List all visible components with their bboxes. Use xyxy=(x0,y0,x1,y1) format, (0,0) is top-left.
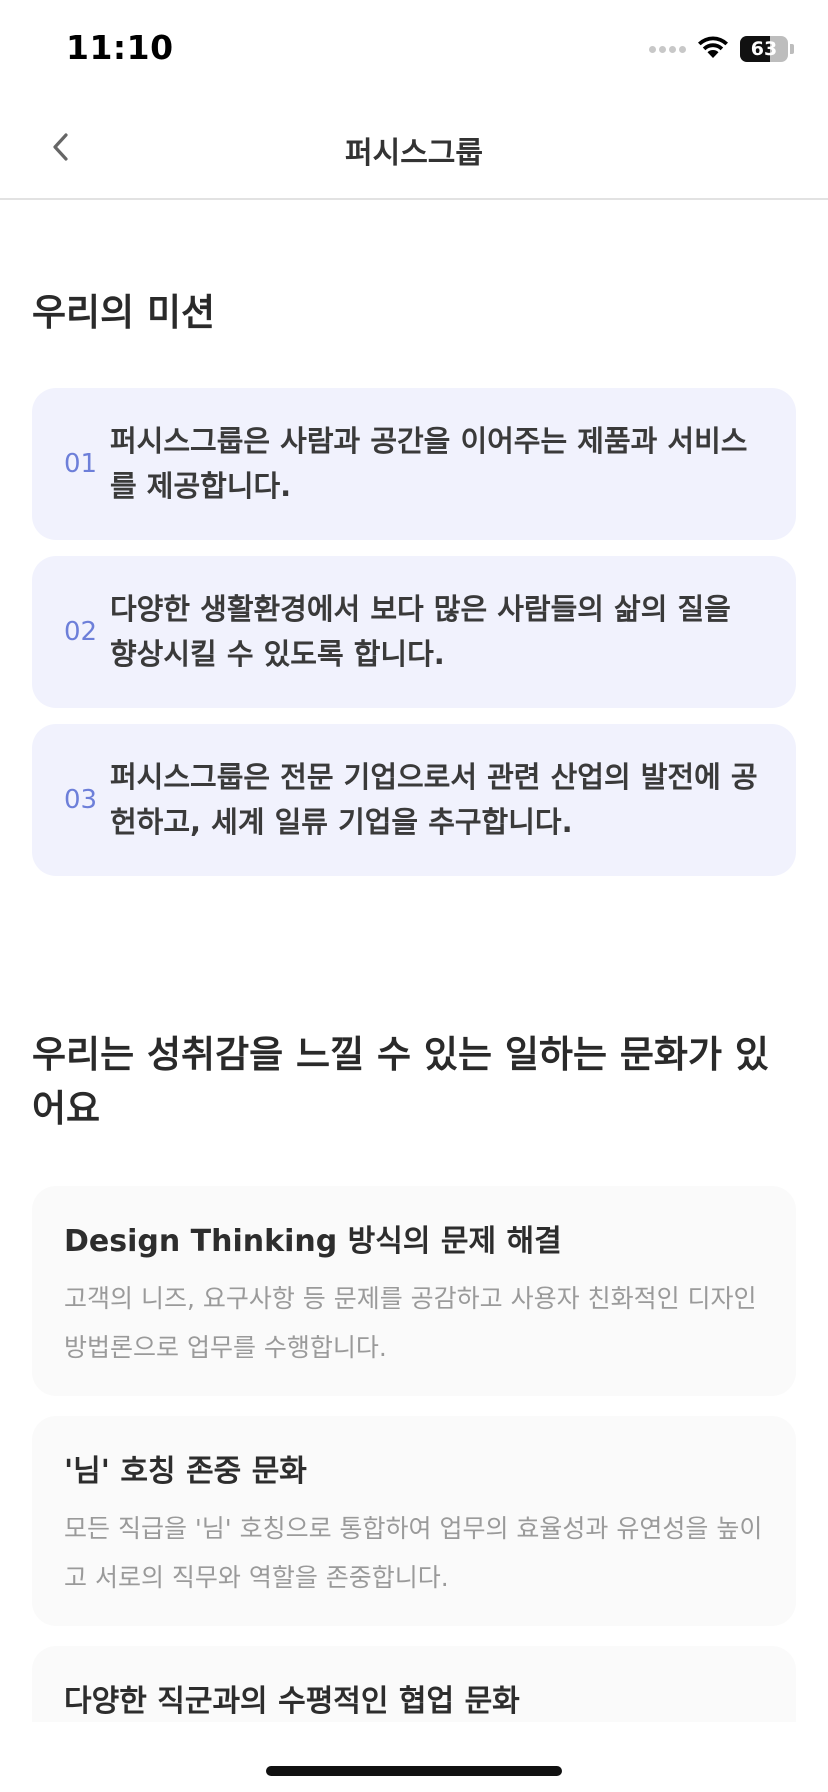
battery-level: 63 xyxy=(750,38,778,60)
culture-item-heading: '님' 호칭 존중 문화 xyxy=(64,1454,307,1489)
mission-list: 01 퍼시스그룹은 사람과 공간을 이어주는 제품과 서비스를 제공합니다. 0… xyxy=(32,388,796,876)
navigation-bar: 퍼시스그룹 xyxy=(0,100,828,200)
mission-item: 03 퍼시스그룹은 전문 기업으로서 관련 산업의 발전에 공헌하고, 세계 일… xyxy=(32,724,796,876)
page-title: 퍼시스그룹 xyxy=(345,136,483,171)
culture-item-heading: 다양한 직군과의 수평적인 협업 문화 xyxy=(64,1684,520,1719)
culture-item: 다양한 직군과의 수평적인 협업 문화 xyxy=(32,1646,796,1722)
mission-item-number: 02 xyxy=(64,617,98,647)
culture-item-description: 모든 직급을 '님' 호칭으로 통합하여 업무의 효율성과 유연성을 높이고 서… xyxy=(64,1514,763,1592)
main-content: 우리의 미션 01 퍼시스그룹은 사람과 공간을 이어주는 제품과 서비스를 제… xyxy=(32,200,796,1722)
mission-item: 01 퍼시스그룹은 사람과 공간을 이어주는 제품과 서비스를 제공합니다. xyxy=(32,388,796,540)
mission-section-title: 우리의 미션 xyxy=(32,291,216,334)
battery-cap xyxy=(790,44,794,54)
mission-item-text: 퍼시스그룹은 사람과 공간을 이어주는 제품과 서비스를 제공합니다. xyxy=(110,424,748,503)
culture-item-description: 고객의 니즈, 요구사항 등 문제를 공감하고 사용자 친화적인 디자인 방법론… xyxy=(64,1284,757,1362)
status-icons: 63 xyxy=(649,34,794,64)
screen-content: 11:10 63 퍼시스그룹 우리의 미션 01 퍼시스그룹은 사람과 공간을 … xyxy=(0,0,828,1722)
status-bar: 11:10 63 xyxy=(0,0,828,100)
culture-item-heading: Design Thinking 방식의 문제 해결 xyxy=(64,1224,562,1259)
battery-icon: 63 xyxy=(740,36,788,62)
culture-item: Design Thinking 방식의 문제 해결 고객의 니즈, 요구사항 등… xyxy=(32,1186,796,1396)
status-time: 11:10 xyxy=(66,28,174,67)
mission-item-number: 03 xyxy=(64,785,98,815)
culture-section-title: 우리는 성취감을 느낄 수 있는 일하는 문화가 있어요 xyxy=(32,1033,769,1130)
mission-item-text: 다양한 생활환경에서 보다 많은 사람들의 삶의 질을 향상시킬 수 있도록 합… xyxy=(110,592,731,671)
wifi-icon xyxy=(696,34,730,64)
culture-item: '님' 호칭 존중 문화 모든 직급을 '님' 호칭으로 통합하여 업무의 효율… xyxy=(32,1416,796,1626)
cellular-signal-icon xyxy=(649,45,686,53)
mission-item-text: 퍼시스그룹은 전문 기업으로서 관련 산업의 발전에 공헌하고, 세계 일류 기… xyxy=(110,760,758,839)
mission-item-number: 01 xyxy=(64,449,98,479)
home-indicator[interactable] xyxy=(266,1766,562,1776)
culture-list: Design Thinking 방식의 문제 해결 고객의 니즈, 요구사항 등… xyxy=(32,1186,796,1722)
mission-item: 02 다양한 생활환경에서 보다 많은 사람들의 삶의 질을 향상시킬 수 있도… xyxy=(32,556,796,708)
